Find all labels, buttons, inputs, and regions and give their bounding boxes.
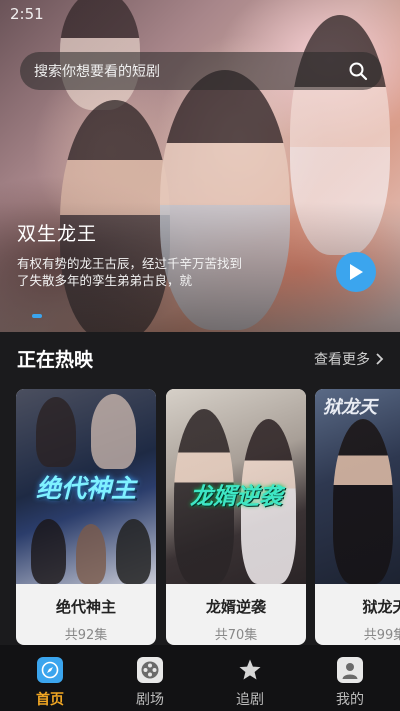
drama-episodes: 共99集 — [363, 628, 400, 643]
bottom-tab-bar: 首页 剧场 追剧 我的 — [0, 645, 400, 711]
compass-icon — [37, 657, 63, 683]
user-icon — [337, 657, 363, 683]
poster-title: 绝代神主 — [35, 474, 136, 503]
drama-poster: 狱龙天 — [315, 389, 400, 584]
drama-poster: 绝代神主 — [16, 389, 156, 584]
drama-name: 绝代神主 — [55, 598, 116, 616]
play-button[interactable] — [336, 252, 376, 292]
search-bar[interactable]: 搜索你想要看的短剧 — [20, 52, 382, 90]
tab-label: 我的 — [336, 692, 364, 708]
search-placeholder: 搜索你想要看的短剧 — [34, 64, 160, 80]
poster-title: 龙婿逆袭 — [190, 484, 282, 510]
drama-card[interactable]: 龙婿逆袭 龙婿逆袭 共70集 — [166, 389, 306, 645]
star-icon — [237, 657, 263, 683]
drama-poster: 龙婿逆袭 — [166, 389, 306, 584]
see-more-link[interactable]: 查看更多 — [314, 349, 384, 369]
drama-episodes: 共92集 — [64, 628, 108, 643]
tab-home[interactable]: 首页 — [0, 645, 100, 711]
tab-label: 首页 — [36, 692, 64, 708]
tab-following[interactable]: 追剧 — [200, 645, 300, 711]
status-time: 2:51 — [10, 5, 44, 23]
drama-card[interactable]: 绝代神主 绝代神主 共92集 — [16, 389, 156, 645]
chevron-right-icon — [376, 353, 384, 365]
banner-title: 双生龙王 — [17, 223, 98, 245]
film-reel-icon — [137, 657, 163, 683]
tab-profile[interactable]: 我的 — [300, 645, 400, 711]
tab-label: 追剧 — [236, 692, 264, 708]
tab-label: 剧场 — [136, 692, 164, 708]
drama-episodes: 共70集 — [214, 628, 258, 643]
poster-title: 狱龙天 — [323, 397, 377, 418]
drama-name: 龙婿逆袭 — [205, 598, 266, 616]
play-icon — [350, 264, 363, 280]
tab-theater[interactable]: 剧场 — [100, 645, 200, 711]
banner-description: 有权有势的龙王古辰，经过千辛万苦找到了失散多年的孪生弟弟古良，就 — [17, 256, 243, 288]
drama-list: 绝代神主 绝代神主 共92集 龙婿逆袭 龙婿逆袭 共70集 狱龙天 狱龙天 共9… — [16, 389, 400, 645]
see-more-label: 查看更多 — [314, 352, 370, 368]
drama-name: 狱龙天 — [362, 598, 400, 616]
section-title: 正在热映 — [17, 349, 94, 371]
drama-card[interactable]: 狱龙天 狱龙天 共99集 — [315, 389, 400, 645]
carousel-indicator — [32, 314, 42, 318]
search-icon[interactable] — [348, 61, 368, 81]
hero-banner[interactable]: 2:51 搜索你想要看的短剧 双生龙王 有权有势的龙王古辰，经过千辛万苦找到了失… — [0, 0, 400, 332]
